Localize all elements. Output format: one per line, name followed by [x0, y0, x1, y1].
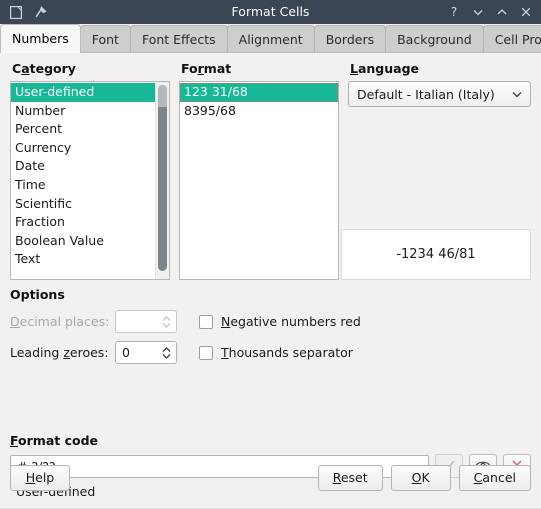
dialog-buttons: Help Reset OK Cancel: [0, 455, 541, 500]
category-item-percent[interactable]: Percent: [11, 120, 155, 139]
leading-zeroes-stepper[interactable]: 0: [115, 341, 177, 364]
options-title: Options: [10, 287, 65, 302]
category-group: Category User-defined Number Percent Cur…: [10, 61, 170, 280]
tab-bar: Numbers Font Font Effects Alignment Bord…: [0, 24, 541, 53]
numbers-page: Category User-defined Number Percent Cur…: [0, 53, 541, 509]
negative-numbers-red-row[interactable]: Negative numbers red: [199, 314, 531, 329]
title-bar: Format Cells ?: [0, 0, 541, 24]
negative-numbers-red-label: Negative numbers red: [221, 314, 361, 329]
format-group: Format 123 31/68 8395/68: [179, 61, 339, 280]
decimal-places-stepper[interactable]: [115, 310, 177, 333]
dialog-buttons-right: Reset OK Cancel: [317, 464, 531, 491]
category-item-user-defined[interactable]: User-defined: [11, 83, 155, 102]
category-item-currency[interactable]: Currency: [11, 139, 155, 158]
leading-zeroes-value: 0: [122, 345, 130, 360]
category-item-fraction[interactable]: Fraction: [11, 213, 155, 232]
options-group: Options Decimal places: Negative numbers…: [10, 287, 531, 364]
maximize-icon[interactable]: [491, 2, 513, 22]
category-label: Category: [12, 61, 76, 76]
category-item-time[interactable]: Time: [11, 176, 155, 195]
title-bar-controls: ?: [443, 0, 537, 24]
category-scrollbar-thumb[interactable]: [158, 85, 167, 271]
language-select[interactable]: Default - Italian (Italy): [348, 81, 531, 107]
format-label: Format: [181, 61, 232, 76]
format-code-title: Format code: [10, 433, 99, 448]
tab-font-effects[interactable]: Font Effects: [129, 25, 228, 52]
reset-button[interactable]: Reset: [317, 464, 383, 491]
thousands-separator-label: Thousands separator: [221, 345, 353, 360]
minimize-icon[interactable]: [467, 2, 489, 22]
leading-zeroes-label: Leading zeroes:: [10, 345, 109, 360]
options-grid: Decimal places: Negative numbers red Lea…: [10, 310, 531, 364]
category-scrollbar-thumb-highlight: [158, 85, 167, 107]
tab-background[interactable]: Background: [385, 25, 484, 52]
spinner-arrows-icon: [161, 345, 172, 361]
svg-text:?: ?: [451, 5, 457, 19]
format-items: 123 31/68 8395/68: [180, 82, 338, 279]
category-item-number[interactable]: Number: [11, 102, 155, 121]
tab-numbers[interactable]: Numbers: [0, 24, 81, 53]
cancel-button[interactable]: Cancel: [458, 464, 531, 491]
category-item-date[interactable]: Date: [11, 157, 155, 176]
category-item-boolean-value[interactable]: Boolean Value: [11, 232, 155, 251]
format-cells-dialog: Format Cells ? Numbers Font Font Effects…: [0, 0, 541, 509]
spinner-arrows-icon: [161, 314, 172, 330]
pin-icon[interactable]: [29, 2, 51, 22]
language-label: Language: [350, 61, 420, 76]
thousands-separator-row[interactable]: Thousands separator: [199, 345, 531, 360]
help-icon[interactable]: ?: [443, 2, 465, 22]
format-preview-text: -1234 46/81: [396, 247, 476, 262]
tab-alignment[interactable]: Alignment: [226, 25, 315, 52]
category-items: User-defined Number Percent Currency Dat…: [11, 82, 155, 279]
ok-button[interactable]: OK: [390, 464, 451, 491]
category-listbox[interactable]: User-defined Number Percent Currency Dat…: [10, 81, 170, 280]
tab-borders[interactable]: Borders: [313, 25, 387, 52]
negative-numbers-red-checkbox[interactable]: [199, 314, 213, 329]
language-selected-value: Default - Italian (Italy): [357, 86, 495, 102]
tab-font[interactable]: Font: [79, 25, 131, 52]
thousands-separator-checkbox[interactable]: [199, 345, 213, 360]
document-icon: [5, 2, 27, 22]
chevron-down-icon: [510, 87, 524, 101]
category-item-scientific[interactable]: Scientific: [11, 195, 155, 214]
title-bar-left-icons: [0, 2, 51, 22]
close-icon[interactable]: [515, 2, 537, 22]
format-listbox[interactable]: 123 31/68 8395/68: [179, 81, 339, 280]
decimal-places-label: Decimal places:: [10, 314, 110, 329]
format-item-0[interactable]: 123 31/68: [180, 83, 338, 102]
tab-cell-protection[interactable]: Cell Protection: [482, 25, 541, 52]
format-preview: -1234 46/81: [341, 229, 531, 280]
help-button[interactable]: Help: [10, 464, 70, 491]
category-item-text[interactable]: Text: [11, 250, 155, 269]
format-item-1[interactable]: 8395/68: [180, 102, 338, 121]
category-scrollbar[interactable]: [155, 82, 169, 279]
